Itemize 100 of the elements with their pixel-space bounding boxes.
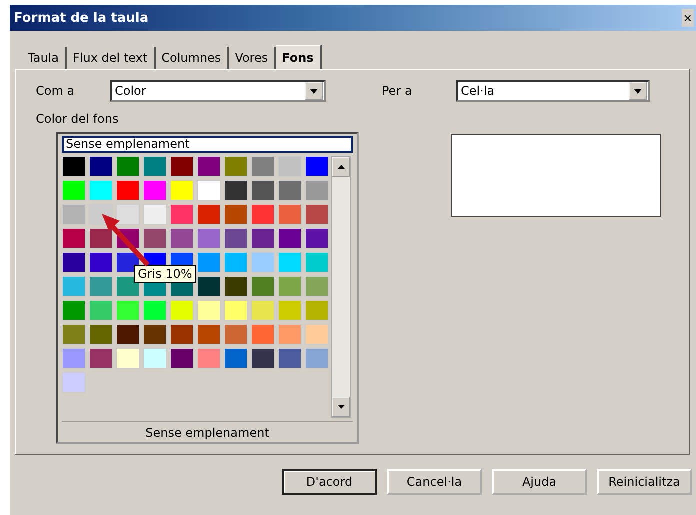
color-swatch[interactable] — [62, 276, 86, 297]
color-swatch[interactable] — [197, 348, 221, 369]
color-swatch[interactable] — [197, 252, 221, 273]
tooltip: Gris 10% — [134, 265, 196, 283]
color-swatch[interactable] — [251, 276, 275, 297]
color-swatch[interactable] — [170, 204, 194, 225]
color-swatch[interactable] — [305, 156, 329, 177]
color-swatch[interactable] — [143, 348, 167, 369]
scrollbar[interactable] — [331, 156, 351, 418]
color-swatch[interactable] — [62, 204, 86, 225]
color-swatch[interactable] — [89, 228, 113, 249]
color-swatch[interactable] — [197, 204, 221, 225]
color-swatch[interactable] — [197, 300, 221, 321]
dropdown-arrow-icon — [310, 88, 318, 94]
field-label: Per a — [382, 84, 414, 98]
color-swatch[interactable] — [305, 252, 329, 273]
color-swatch[interactable] — [251, 324, 275, 345]
color-swatch[interactable] — [170, 348, 194, 369]
color-swatch[interactable] — [89, 300, 113, 321]
color-swatch[interactable] — [116, 300, 140, 321]
color-swatch[interactable] — [278, 300, 302, 321]
color-swatch[interactable] — [116, 180, 140, 201]
palette-header[interactable]: Sense emplenament — [62, 136, 353, 153]
dropdown-arrow-icon — [634, 88, 642, 94]
color-swatch[interactable] — [224, 228, 248, 249]
color-swatch[interactable] — [143, 324, 167, 345]
dialog-button[interactable]: Ajuda — [492, 469, 587, 495]
color-swatch[interactable] — [278, 204, 302, 225]
color-swatch[interactable] — [89, 324, 113, 345]
color-swatch[interactable] — [305, 180, 329, 201]
color-swatch[interactable] — [305, 204, 329, 225]
color-swatch[interactable] — [305, 228, 329, 249]
color-swatch[interactable] — [116, 324, 140, 345]
color-swatch[interactable] — [170, 300, 194, 321]
color-swatch[interactable] — [251, 228, 275, 249]
color-swatch[interactable] — [62, 156, 86, 177]
color-swatch[interactable] — [116, 348, 140, 369]
color-swatch[interactable] — [143, 228, 167, 249]
color-swatch[interactable] — [251, 156, 275, 177]
color-swatch[interactable] — [278, 348, 302, 369]
color-swatch[interactable] — [62, 324, 86, 345]
color-swatch[interactable] — [116, 156, 140, 177]
color-swatch[interactable] — [89, 276, 113, 297]
color-swatch[interactable] — [143, 180, 167, 201]
color-swatch[interactable] — [62, 228, 86, 249]
color-swatch[interactable] — [251, 180, 275, 201]
color-swatch[interactable] — [224, 252, 248, 273]
group-label: Color del fons — [36, 112, 120, 126]
color-swatch[interactable] — [305, 324, 329, 345]
color-swatch[interactable] — [170, 324, 194, 345]
color-swatch[interactable] — [89, 156, 113, 177]
color-swatch[interactable] — [278, 180, 302, 201]
dialog-button[interactable]: D'acord — [282, 469, 377, 495]
color-swatch[interactable] — [278, 276, 302, 297]
color-swatch[interactable] — [251, 348, 275, 369]
color-swatch[interactable] — [224, 180, 248, 201]
color-swatch[interactable] — [197, 180, 221, 201]
color-swatch[interactable] — [305, 276, 329, 297]
color-swatch[interactable] — [62, 180, 86, 201]
color-swatch[interactable] — [89, 180, 113, 201]
close-button[interactable]: × — [682, 9, 694, 27]
tab[interactable]: Fons — [276, 45, 322, 69]
color-swatch[interactable] — [116, 276, 140, 297]
color-swatch[interactable] — [197, 228, 221, 249]
dropdown-field[interactable]: Cel·la — [456, 80, 650, 102]
color-swatch[interactable] — [170, 228, 194, 249]
color-swatch[interactable] — [89, 348, 113, 369]
color-swatch[interactable] — [62, 252, 86, 273]
color-swatch[interactable] — [224, 204, 248, 225]
color-swatch[interactable] — [224, 276, 248, 297]
color-swatch[interactable] — [197, 276, 221, 297]
color-swatch[interactable] — [116, 204, 140, 225]
color-swatch[interactable] — [251, 204, 275, 225]
color-swatch[interactable] — [89, 252, 113, 273]
color-swatch[interactable] — [143, 156, 167, 177]
color-swatch[interactable] — [251, 300, 275, 321]
color-swatch[interactable] — [143, 204, 167, 225]
color-swatch[interactable] — [278, 252, 302, 273]
palette-footer: Sense emplenament — [62, 421, 353, 440]
dropdown-field[interactable]: Color — [110, 80, 326, 102]
color-swatch[interactable] — [224, 348, 248, 369]
color-swatch[interactable] — [170, 180, 194, 201]
color-swatch[interactable] — [62, 348, 86, 369]
color-swatch[interactable] — [305, 348, 329, 369]
color-swatch[interactable] — [251, 252, 275, 273]
color-swatch[interactable] — [197, 156, 221, 177]
color-swatch[interactable] — [278, 324, 302, 345]
window-title: Format de la taula — [14, 10, 149, 26]
color-swatch[interactable] — [224, 156, 248, 177]
dialog-button[interactable]: Reinicialitza — [597, 469, 692, 495]
color-swatch[interactable] — [62, 300, 86, 321]
color-swatch[interactable] — [62, 372, 86, 393]
color-swatch[interactable] — [305, 300, 329, 321]
color-swatch[interactable] — [224, 324, 248, 345]
dialog-button[interactable]: Cancel·la — [387, 469, 482, 495]
color-swatch[interactable] — [143, 300, 167, 321]
color-swatch[interactable] — [197, 324, 221, 345]
color-swatch[interactable] — [224, 300, 248, 321]
color-swatch[interactable] — [278, 228, 302, 249]
color-swatch[interactable] — [170, 156, 194, 177]
